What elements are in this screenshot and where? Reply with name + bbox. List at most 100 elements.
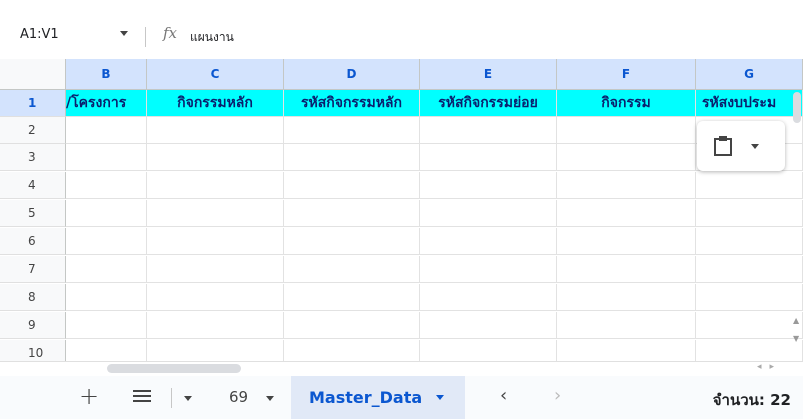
table-row: 10 xyxy=(0,340,803,361)
cell[interactable] xyxy=(696,284,803,311)
cell[interactable] xyxy=(557,284,696,311)
cell[interactable] xyxy=(696,172,803,199)
cell[interactable] xyxy=(147,340,284,361)
formula-input[interactable]: แผนงาน xyxy=(190,28,234,47)
cell[interactable] xyxy=(284,144,420,171)
cell[interactable] xyxy=(420,284,557,311)
scroll-arrows-icon[interactable]: ◂▸ xyxy=(757,362,782,372)
cell[interactable] xyxy=(557,228,696,255)
row-header-6[interactable]: 6 xyxy=(0,228,66,255)
cell[interactable] xyxy=(420,200,557,227)
cell[interactable] xyxy=(66,172,147,199)
chevron-down-icon[interactable] xyxy=(184,396,192,401)
cell[interactable] xyxy=(284,117,420,144)
column-header-e[interactable]: E xyxy=(420,59,557,90)
table-row: 3 xyxy=(0,144,803,171)
scroll-up-icon[interactable]: ▲ xyxy=(793,316,799,325)
previous-sheet-button[interactable]: ‹ xyxy=(500,385,507,406)
cell[interactable] xyxy=(66,340,147,361)
row-header-9[interactable]: 9 xyxy=(0,312,66,339)
add-sheet-button[interactable]: + xyxy=(79,382,99,410)
cell[interactable] xyxy=(66,228,147,255)
cell[interactable] xyxy=(147,117,284,144)
cell[interactable] xyxy=(557,256,696,283)
cell[interactable] xyxy=(284,228,420,255)
cell-c1[interactable]: กิจกรรมหลัก xyxy=(147,90,284,117)
chevron-down-icon[interactable] xyxy=(266,396,274,401)
row-header-7[interactable]: 7 xyxy=(0,256,66,283)
cell[interactable] xyxy=(420,312,557,339)
selection-summary[interactable]: จำนวน: 22 xyxy=(713,388,791,412)
cell[interactable] xyxy=(284,284,420,311)
spreadsheet-grid[interactable]: B C D E F G 1 /โครงการ กิจกรรมหลัก รหัสก… xyxy=(0,59,803,361)
cell[interactable] xyxy=(147,144,284,171)
table-row: 6 xyxy=(0,228,803,255)
cell[interactable] xyxy=(66,256,147,283)
cell[interactable] xyxy=(557,117,696,144)
name-box-dropdown-icon[interactable] xyxy=(120,31,128,36)
cell[interactable] xyxy=(147,256,284,283)
column-header-b[interactable]: B xyxy=(66,59,147,90)
row-header-3[interactable]: 3 xyxy=(0,144,66,171)
cell[interactable] xyxy=(66,117,147,144)
cell[interactable] xyxy=(284,200,420,227)
all-sheets-menu-icon[interactable] xyxy=(133,390,151,402)
next-sheet-button[interactable]: › xyxy=(554,385,561,406)
cell[interactable] xyxy=(66,144,147,171)
row-header-10[interactable]: 10 xyxy=(0,340,66,361)
cell[interactable] xyxy=(557,144,696,171)
sheet-tab-number[interactable]: 69 xyxy=(229,388,248,406)
chevron-down-icon[interactable] xyxy=(436,395,445,400)
column-header-g[interactable]: G xyxy=(696,59,803,90)
cell[interactable] xyxy=(284,340,420,361)
cell[interactable] xyxy=(557,200,696,227)
cell[interactable] xyxy=(66,312,147,339)
cell[interactable] xyxy=(420,340,557,361)
cell[interactable] xyxy=(557,340,696,361)
cell[interactable] xyxy=(420,172,557,199)
clipboard-icon xyxy=(714,136,732,156)
row-header-2[interactable]: 2 xyxy=(0,117,66,144)
cell[interactable] xyxy=(147,172,284,199)
cell[interactable] xyxy=(284,256,420,283)
scroll-down-icon[interactable]: ▼ xyxy=(793,334,799,343)
row-header-5[interactable]: 5 xyxy=(0,200,66,227)
cell-f1[interactable]: กิจกรรม xyxy=(557,90,696,117)
paste-options-popup[interactable] xyxy=(697,121,785,171)
cell-g1[interactable]: รหัสงบประม xyxy=(696,90,803,117)
cell[interactable] xyxy=(696,312,803,339)
cell[interactable] xyxy=(420,256,557,283)
cell[interactable] xyxy=(420,228,557,255)
cell[interactable] xyxy=(66,284,147,311)
vertical-scrollbar-thumb[interactable] xyxy=(793,92,801,123)
cell[interactable] xyxy=(147,228,284,255)
row-header-4[interactable]: 4 xyxy=(0,172,66,199)
cell[interactable] xyxy=(284,312,420,339)
column-header-d[interactable]: D xyxy=(284,59,420,90)
column-header-f[interactable]: F xyxy=(557,59,696,90)
cell[interactable] xyxy=(66,200,147,227)
select-all-corner[interactable] xyxy=(0,59,66,90)
row-header-8[interactable]: 8 xyxy=(0,284,66,311)
cell-e1[interactable]: รหัสกิจกรรมย่อย xyxy=(420,90,557,117)
name-box[interactable]: A1:V1 xyxy=(20,27,59,42)
chevron-down-icon[interactable] xyxy=(751,143,759,149)
cell-b1[interactable]: /โครงการ xyxy=(66,90,147,117)
cell[interactable] xyxy=(147,312,284,339)
cell[interactable] xyxy=(284,172,420,199)
cell[interactable] xyxy=(696,256,803,283)
cell[interactable] xyxy=(147,200,284,227)
cell[interactable] xyxy=(557,312,696,339)
cell[interactable] xyxy=(420,117,557,144)
sheet-tab-master-data[interactable]: Master_Data xyxy=(291,376,465,419)
cell[interactable] xyxy=(696,200,803,227)
cell[interactable] xyxy=(696,228,803,255)
cell[interactable] xyxy=(557,172,696,199)
cell[interactable] xyxy=(420,144,557,171)
cell[interactable] xyxy=(696,340,803,361)
row-header-1[interactable]: 1 xyxy=(0,90,66,117)
column-header-c[interactable]: C xyxy=(147,59,284,90)
cell-d1[interactable]: รหัสกิจกรรมหลัก xyxy=(284,90,420,117)
horizontal-scrollbar-thumb[interactable] xyxy=(107,364,241,373)
cell[interactable] xyxy=(147,284,284,311)
